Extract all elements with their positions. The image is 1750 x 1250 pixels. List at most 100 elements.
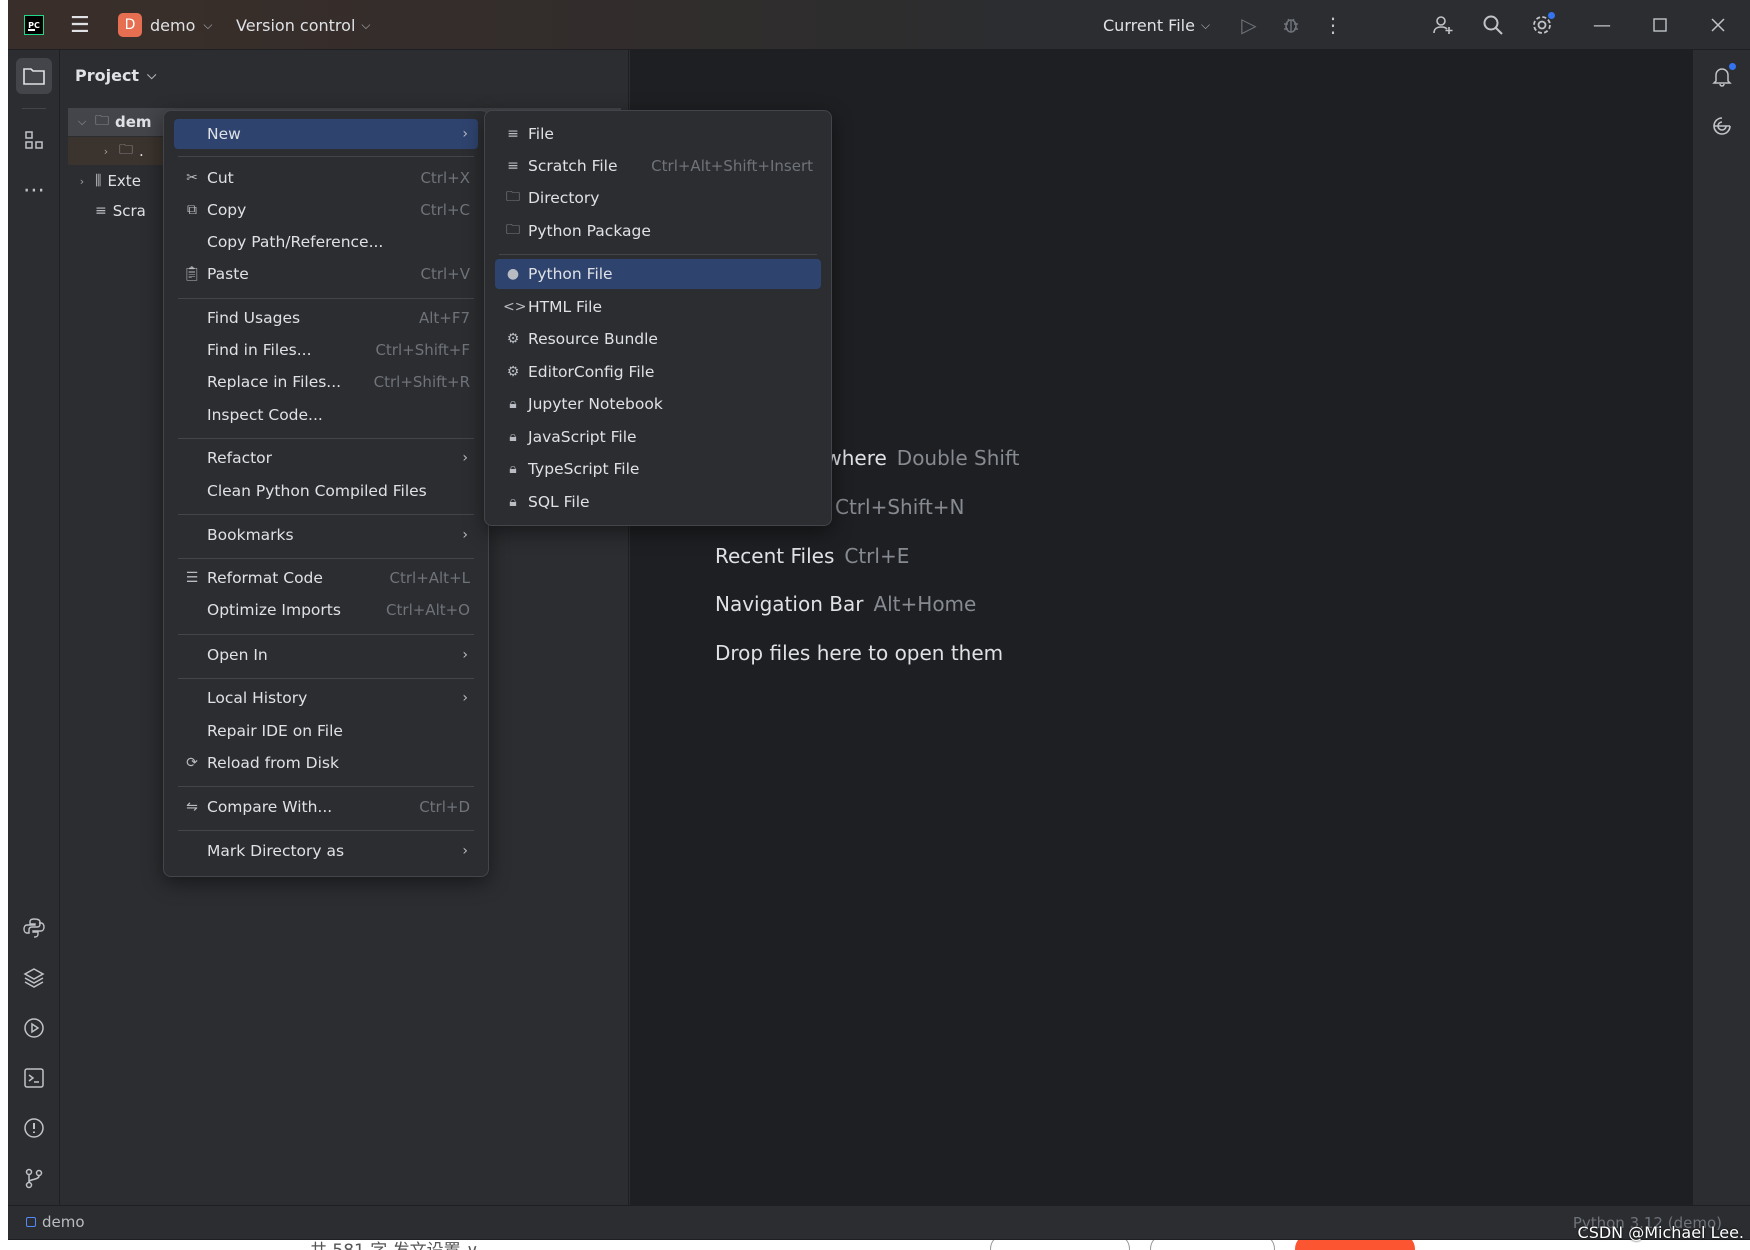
close-icon[interactable] — [1703, 0, 1733, 50]
menu-item-label: Scratch File — [528, 157, 618, 175]
menu-separator — [178, 298, 474, 299]
menu-item-label: JavaScript File — [528, 428, 637, 446]
chevron-right-icon: › — [462, 647, 468, 663]
main-menu-icon[interactable]: ☰ — [70, 0, 90, 50]
python-console-tool-button[interactable] — [16, 910, 52, 946]
settings-icon[interactable] — [1527, 0, 1557, 50]
menu-item-cut[interactable]: ✂ Cut Ctrl+X — [174, 163, 478, 193]
hint-drop-files: Drop files here to open them — [715, 641, 1003, 665]
new-item-directory[interactable]: 🗀 Directory — [495, 183, 821, 213]
menu-item-label: TypeScript File — [528, 460, 640, 478]
new-item-python-file[interactable]: ● Python File — [495, 259, 821, 289]
html-icon: <> — [503, 299, 527, 315]
new-item-html-file[interactable]: <> HTML File — [495, 292, 821, 322]
menu-item-new[interactable]: New › — [174, 119, 478, 149]
menu-item-local-history[interactable]: Local History › — [174, 683, 478, 713]
new-item-editorconfig-file[interactable]: ⚙ EditorConfig File — [495, 357, 821, 387]
terminal-tool-button[interactable] — [16, 1060, 52, 1096]
maximize-icon[interactable] — [1645, 0, 1675, 50]
menu-item-optimize-imports[interactable]: Optimize Imports Ctrl+Alt+O — [174, 595, 478, 625]
menu-separator — [178, 634, 474, 635]
services-tool-button[interactable] — [16, 1010, 52, 1046]
new-item-scratch-file[interactable]: ≡ Scratch File Ctrl+Alt+Shift+Insert — [495, 151, 821, 181]
git-tool-button[interactable] — [16, 1160, 52, 1196]
menu-item-label: Clean Python Compiled Files — [207, 482, 427, 500]
project-tool-button[interactable] — [16, 58, 52, 94]
run-config-label: Current File — [1103, 15, 1195, 35]
menu-item-refactor[interactable]: Refactor › — [174, 443, 478, 473]
status-project[interactable]: demo — [26, 1213, 85, 1231]
new-item-javascript-file[interactable]: 🔒︎ JavaScript File — [495, 422, 821, 452]
structure-tool-button[interactable] — [16, 122, 52, 158]
menu-item-shortcut: Ctrl+Shift+F — [375, 341, 470, 359]
folder-icon: 🗀 — [506, 189, 520, 205]
run-icon[interactable]: ▷ — [1234, 0, 1264, 50]
menu-item-copy[interactable]: ⧉ Copy Ctrl+C — [174, 195, 478, 225]
new-item-sql-file[interactable]: 🔒︎ SQL File — [495, 487, 821, 517]
person-plus-icon — [1433, 16, 1453, 34]
run-configuration-selector[interactable]: Current File ⌵ — [1103, 0, 1210, 50]
menu-item-label: Replace in Files... — [207, 373, 342, 391]
menu-item-copy-path[interactable]: Copy Path/Reference... — [174, 227, 478, 257]
new-item-resource-bundle[interactable]: ⚙ Resource Bundle — [495, 324, 821, 354]
notifications-button[interactable] — [1704, 58, 1740, 94]
menu-item-label: Copy — [207, 201, 247, 219]
version-control-menu[interactable]: Version control ⌵ — [236, 0, 371, 50]
menu-item-clean-python-compiled[interactable]: Clean Python Compiled Files — [174, 476, 478, 506]
menu-item-repair-ide[interactable]: Repair IDE on File — [174, 716, 478, 746]
menu-item-bookmarks[interactable]: Bookmarks › — [174, 520, 478, 550]
menu-item-label: Open In — [207, 646, 268, 664]
menu-item-label: EditorConfig File — [528, 363, 655, 381]
new-item-jupyter-notebook[interactable]: 🔒︎ Jupyter Notebook — [495, 389, 821, 419]
chevron-down-icon[interactable]: ⌵ — [75, 115, 89, 129]
project-panel-title[interactable]: Project ⌵ — [75, 66, 156, 85]
folder-icon: 🗀 — [95, 113, 109, 129]
play-circle-icon — [24, 1018, 44, 1038]
gear-icon: ⚙ — [506, 331, 520, 347]
tree-item-scratches[interactable]: ≡ Scra — [75, 197, 146, 225]
menu-item-reformat-code[interactable]: ☰ Reformat Code Ctrl+Alt+L — [174, 563, 478, 593]
chevron-right-icon[interactable]: › — [75, 175, 89, 188]
chevron-right-icon[interactable]: › — [99, 145, 113, 158]
python-packages-tool-button[interactable] — [16, 960, 52, 996]
bug-icon — [1284, 18, 1298, 33]
tree-item-external-libraries[interactable]: › ⫼ Exte — [75, 167, 141, 195]
menu-item-paste[interactable]: 📋︎ Paste Ctrl+V — [174, 259, 478, 289]
minimize-icon[interactable]: — — [1587, 0, 1617, 50]
debug-icon[interactable] — [1276, 0, 1306, 50]
project-panel-title-label: Project — [75, 66, 140, 85]
add-user-icon[interactable] — [1428, 0, 1458, 50]
project-initial-badge: D — [118, 13, 142, 37]
menu-item-open-in[interactable]: Open In › — [174, 640, 478, 670]
new-submenu: ≡ File ≡ Scratch File Ctrl+Alt+Shift+Ins… — [484, 110, 832, 526]
hint-recent-files: Recent Files Ctrl+E — [715, 544, 909, 568]
new-item-file[interactable]: ≡ File — [495, 119, 821, 149]
title-bar: PC ☰ D demo ⌵ Version control ⌵ Current … — [8, 0, 1750, 50]
square-icon — [1653, 18, 1667, 32]
search-icon[interactable] — [1478, 0, 1508, 50]
gear-icon: ⚙ — [506, 364, 520, 380]
menu-item-compare-with[interactable]: ⇋ Compare With... Ctrl+D — [174, 792, 478, 822]
menu-item-find-usages[interactable]: Find Usages Alt+F7 — [174, 303, 478, 333]
problems-tool-button[interactable] — [16, 1110, 52, 1146]
more-actions-icon[interactable]: ⋮ — [1318, 0, 1348, 50]
folder-icon — [23, 68, 45, 85]
more-tools-icon[interactable]: ⋯ — [16, 172, 52, 208]
menu-item-shortcut: Ctrl+Alt+L — [389, 569, 471, 587]
terminal-icon — [24, 1068, 44, 1088]
menu-item-find-in-files[interactable]: Find in Files... Ctrl+Shift+F — [174, 335, 478, 365]
new-item-typescript-file[interactable]: 🔒︎ TypeScript File — [495, 454, 821, 484]
chevron-right-icon: › — [462, 450, 468, 466]
ai-assistant-button[interactable] — [1704, 108, 1740, 144]
tree-item-label: Exte — [107, 172, 141, 190]
project-switcher[interactable]: D demo ⌵ — [118, 0, 212, 50]
new-item-python-package[interactable]: 🗀 Python Package — [495, 216, 821, 246]
left-tool-strip: ⋯ — [8, 50, 60, 1205]
menu-item-reload-from-disk[interactable]: ⟳ Reload from Disk — [174, 748, 478, 778]
menu-item-inspect-code[interactable]: Inspect Code... — [174, 400, 478, 430]
menu-item-mark-directory-as[interactable]: Mark Directory as › — [174, 836, 478, 866]
menu-item-label: Find in Files... — [207, 341, 312, 359]
menu-item-replace-in-files[interactable]: Replace in Files... Ctrl+Shift+R — [174, 367, 478, 397]
menu-item-label: File — [528, 125, 554, 143]
reload-icon: ⟳ — [186, 755, 198, 771]
